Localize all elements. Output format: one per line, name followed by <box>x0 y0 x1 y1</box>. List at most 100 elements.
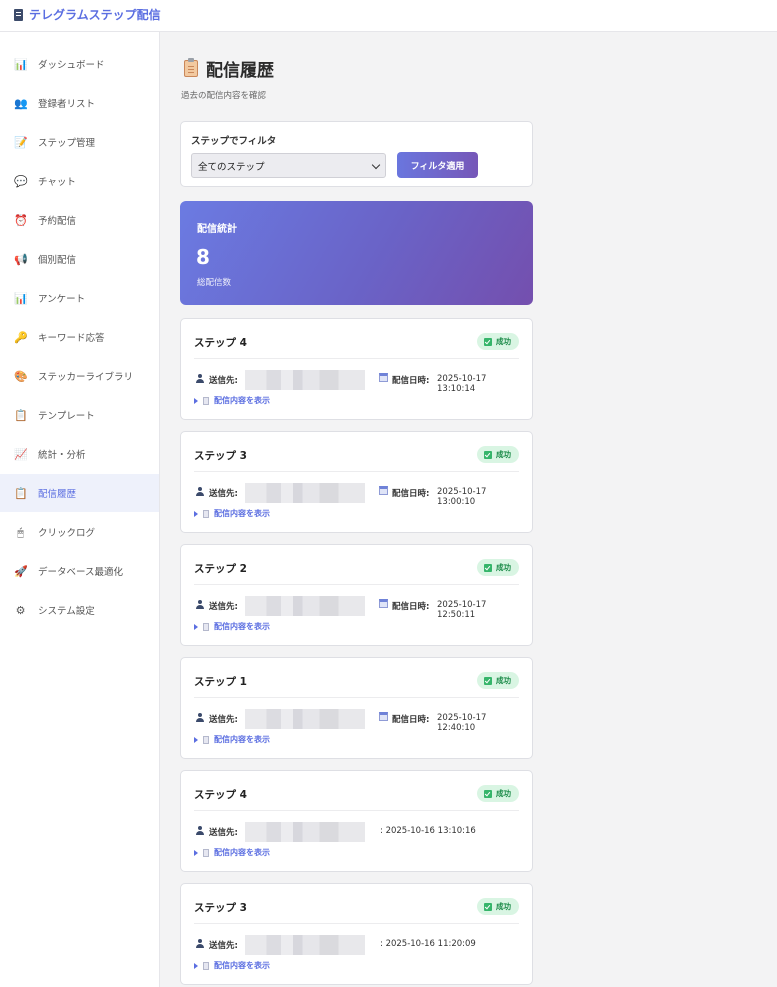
sidebar-item-label: クリックログ <box>38 528 96 539</box>
recipient-label: 送信先: <box>209 602 238 612</box>
person-icon <box>196 374 204 383</box>
sidebar-item-templates[interactable]: 📋 テンプレート <box>0 396 159 434</box>
step-name: ステップ 3 <box>194 450 247 462</box>
main-content: 配信履歴 過去の配信内容を確認 ステップでフィルタ 全てのステップ フィルタ適用… <box>160 32 777 987</box>
show-content-toggle[interactable]: 配信内容を表示 <box>194 621 270 632</box>
recipient-redacted <box>245 822 365 842</box>
sidebar-item-label: ステッカーライブラリ <box>38 372 134 383</box>
sidebar-item-steps[interactable]: 📝 ステップ管理 <box>0 123 159 161</box>
recipient-label: 送信先: <box>209 376 238 386</box>
document-icon <box>203 848 209 857</box>
triangle-right-icon <box>194 623 198 630</box>
sidebar-item-label: 登録者リスト <box>38 99 96 110</box>
sidebar-item-label: 予約配信 <box>38 216 77 227</box>
sidebar-item-label: 配信履歴 <box>38 489 77 500</box>
total-count: 8 <box>196 245 210 269</box>
show-content-toggle[interactable]: 配信内容を表示 <box>194 508 270 519</box>
sidebar-item-chat[interactable]: 💬 チャット <box>0 162 159 200</box>
palette-icon: 🎨 <box>14 369 28 383</box>
check-icon <box>484 676 492 685</box>
filter-card: ステップでフィルタ 全てのステップ フィルタ適用 <box>180 121 533 187</box>
sidebar-item-label: データベース最適化 <box>38 567 124 578</box>
status-text: 成功 <box>496 450 511 459</box>
sidebar-item-analytics[interactable]: 📈 統計・分析 <box>0 435 159 473</box>
triangle-right-icon <box>194 510 198 517</box>
check-icon <box>484 789 492 798</box>
step-name: ステップ 4 <box>194 337 247 349</box>
person-icon <box>196 826 204 835</box>
sidebar-item-stickers[interactable]: 🎨 ステッカーライブラリ <box>0 357 159 395</box>
history-item: ステップ 1 成功 送信先: 配信日時: 2025-10-17 12:40:10… <box>180 657 533 759</box>
divider <box>194 358 519 359</box>
status-badge: 成功 <box>477 446 519 463</box>
stats-card: 配信統計 8 総配信数 <box>180 201 533 305</box>
sent-at-label: 配信日時: <box>392 489 430 499</box>
sidebar: 📊 ダッシュボード 👥 登録者リスト 📝 ステップ管理 💬 チャット ⏰ 予約配… <box>0 32 160 987</box>
sidebar-item-keyword[interactable]: 🔑 キーワード応答 <box>0 318 159 356</box>
bar-chart-icon: 📊 <box>14 291 28 305</box>
status-badge: 成功 <box>477 785 519 802</box>
page-title-text: 配信履歴 <box>206 61 274 81</box>
filter-label: ステップでフィルタ <box>191 136 277 147</box>
show-content-toggle[interactable]: 配信内容を表示 <box>194 847 270 858</box>
sidebar-item-db-optimize[interactable]: 🚀 データベース最適化 <box>0 552 159 590</box>
sidebar-item-survey[interactable]: 📊 アンケート <box>0 279 159 317</box>
divider <box>194 923 519 924</box>
meta-row: 送信先: : 2025-10-16 11:20:09 <box>194 935 524 955</box>
status-badge: 成功 <box>477 672 519 689</box>
meta-row: 送信先: 配信日時: 2025-10-17 12:50:11 <box>194 596 524 620</box>
history-item: ステップ 4 成功 送信先: : 2025-10-16 13:10:16 配信内… <box>180 770 533 872</box>
history-item: ステップ 4 成功 送信先: 配信日時: 2025-10-17 13:10:14… <box>180 318 533 420</box>
triangle-right-icon <box>194 962 198 969</box>
document-icon <box>203 961 209 970</box>
users-icon: 👥 <box>14 96 28 110</box>
sidebar-item-label: ステップ管理 <box>38 138 96 149</box>
line-chart-icon: 📈 <box>14 447 28 461</box>
recipient-label: 送信先: <box>209 489 238 499</box>
meta-row: 送信先: : 2025-10-16 13:10:16 <box>194 822 524 842</box>
sidebar-item-individual[interactable]: 📢 個別配信 <box>0 240 159 278</box>
calendar-icon <box>379 373 388 382</box>
step-filter-select[interactable]: 全てのステップ <box>191 153 386 178</box>
show-content-label: 配信内容を表示 <box>214 735 270 744</box>
calendar-icon <box>379 486 388 495</box>
show-content-toggle[interactable]: 配信内容を表示 <box>194 395 270 406</box>
triangle-right-icon <box>194 397 198 404</box>
step-filter-value: 全てのステップ <box>198 161 265 173</box>
page-title: 配信履歴 <box>184 56 274 81</box>
sent-at-value: 2025-10-17 12:40:10 <box>437 713 487 733</box>
show-content-label: 配信内容を表示 <box>214 396 270 405</box>
calendar-icon <box>379 712 388 721</box>
sidebar-item-settings[interactable]: ⚙ システム設定 <box>0 591 159 629</box>
show-content-toggle[interactable]: 配信内容を表示 <box>194 734 270 745</box>
app-title: テレグラムステップ配信 <box>29 8 161 22</box>
divider <box>194 471 519 472</box>
sidebar-item-clicklog[interactable]: 🖱 クリックログ <box>0 513 159 551</box>
sent-at-value: 2025-10-17 13:10:14 <box>437 374 487 394</box>
key-icon: 🔑 <box>14 330 28 344</box>
sent-at-label: 配信日時: <box>392 602 430 612</box>
sent-at-label: 配信日時: <box>392 715 430 725</box>
chat-bubble-icon: 💬 <box>14 174 28 188</box>
step-name: ステップ 3 <box>194 902 247 914</box>
show-content-label: 配信内容を表示 <box>214 961 270 970</box>
document-icon <box>203 735 209 744</box>
show-content-label: 配信内容を表示 <box>214 622 270 631</box>
apply-filter-button[interactable]: フィルタ適用 <box>397 152 478 178</box>
person-icon <box>196 487 204 496</box>
check-icon <box>484 902 492 911</box>
status-badge: 成功 <box>477 898 519 915</box>
app-brand[interactable]: テレグラムステップ配信 <box>14 6 161 23</box>
sent-at-value: 2025-10-17 13:00:10 <box>437 487 487 507</box>
sidebar-item-label: チャット <box>38 177 76 188</box>
calendar-icon <box>379 599 388 608</box>
show-content-toggle[interactable]: 配信内容を表示 <box>194 960 270 971</box>
history-item: ステップ 2 成功 送信先: 配信日時: 2025-10-17 12:50:11… <box>180 544 533 646</box>
status-text: 成功 <box>496 789 511 798</box>
sidebar-item-scheduled[interactable]: ⏰ 予約配信 <box>0 201 159 239</box>
rocket-icon: 🚀 <box>14 564 28 578</box>
sidebar-item-subscribers[interactable]: 👥 登録者リスト <box>0 84 159 122</box>
sidebar-item-history[interactable]: 📋 配信履歴 <box>0 474 159 512</box>
person-icon <box>196 600 204 609</box>
sidebar-item-dashboard[interactable]: 📊 ダッシュボード <box>0 45 159 83</box>
